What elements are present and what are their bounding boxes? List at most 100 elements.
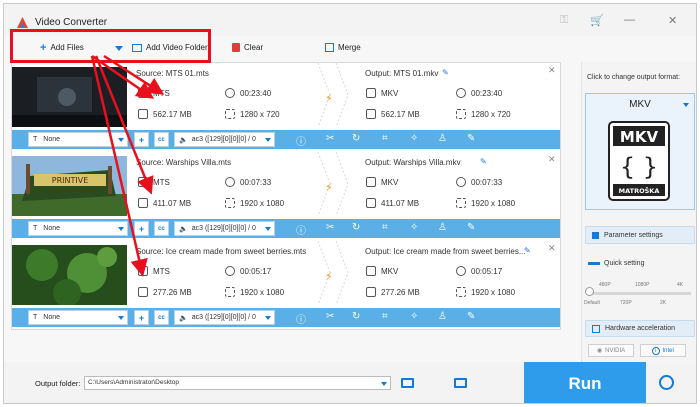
annotation-highlight-box	[10, 29, 211, 63]
output-duration: 00:05:17	[456, 266, 502, 276]
output-size: 277.26 MB	[366, 287, 420, 297]
cart-icon[interactable]: 🛒	[590, 14, 604, 27]
audio-value: ac3 ([129][0][0][0] / 0	[191, 314, 256, 321]
watermark-icon[interactable]: ♙	[438, 133, 447, 144]
browse-folder-icon[interactable]	[401, 378, 414, 388]
folder-icon	[366, 198, 376, 208]
output-format: MKV	[366, 88, 398, 98]
size-value: 562.17 MB	[381, 109, 420, 119]
source-resolution: 1920 x 1080	[225, 287, 284, 297]
quick-setting-slider-knob[interactable]	[585, 287, 594, 296]
hardware-acceleration-label: Hardware acceleration	[605, 325, 676, 332]
edit-name-icon[interactable]: ✎	[442, 68, 449, 77]
task-item[interactable]: Source: MTS 01.mts MTS 00:23:40 562.17 M…	[12, 63, 560, 152]
alarm-clock-icon[interactable]	[659, 375, 674, 390]
open-folder-icon[interactable]	[454, 378, 467, 388]
output-duration: 00:23:40	[456, 88, 502, 98]
close-window-button[interactable]: ✕	[668, 14, 677, 27]
hardware-acceleration-toggle[interactable]: Hardware acceleration	[585, 320, 695, 337]
output-format-selector[interactable]: MKV MKV { } MATROŠKA	[585, 93, 695, 210]
output-format: MKV	[366, 177, 398, 187]
output-size: 562.17 MB	[366, 109, 420, 119]
rotate-icon[interactable]: ↻	[352, 133, 360, 144]
remove-task-icon[interactable]: ✕	[548, 65, 556, 76]
watermark-icon[interactable]: ♙	[438, 222, 447, 233]
chevron-down-icon	[265, 227, 271, 231]
film-icon	[366, 88, 376, 98]
edit-name-icon[interactable]: ✎	[480, 157, 487, 166]
parameter-settings-button[interactable]: Parameter settings	[585, 226, 695, 244]
resolution-icon	[225, 198, 235, 208]
add-subtitle-button[interactable]: +	[134, 132, 149, 147]
convert-arrow	[317, 63, 349, 127]
cut-icon[interactable]: ✂	[326, 311, 334, 322]
edit-icon[interactable]: ✎	[467, 222, 475, 233]
crop-icon[interactable]: ⌗	[382, 222, 388, 233]
edit-icon[interactable]: ✎	[467, 133, 475, 144]
audio-track-select[interactable]: 🔈 ac3 ([129][0][0][0] / 0	[174, 221, 275, 236]
chevron-down-icon	[118, 316, 124, 320]
effects-icon[interactable]: ✧	[410, 222, 418, 233]
add-subtitle-button[interactable]: +	[134, 310, 149, 325]
subtitle-select[interactable]: T None	[28, 221, 128, 236]
effects-icon[interactable]: ✧	[410, 311, 418, 322]
effects-icon[interactable]: ✧	[410, 133, 418, 144]
film-icon	[366, 266, 376, 276]
crop-icon[interactable]: ⌗	[382, 311, 388, 322]
edit-name-icon[interactable]: ✎	[524, 246, 531, 255]
info-icon[interactable]: ⓘ	[296, 311, 306, 326]
task-item[interactable]: PRINTIVE Source: Warships Villa.mts MTS …	[12, 152, 560, 241]
task-item[interactable]: Source: Ice cream made from sweet berrie…	[12, 241, 560, 330]
cc-button[interactable]: cc	[154, 310, 169, 325]
subtitle-icon: T	[33, 314, 38, 321]
edit-icon[interactable]: ✎	[467, 311, 475, 322]
subtitle-value: None	[43, 314, 61, 321]
clock-icon	[456, 88, 466, 98]
cut-icon[interactable]: ✂	[326, 222, 334, 233]
clear-button[interactable]: Clear	[232, 43, 263, 52]
remove-task-icon[interactable]: ✕	[548, 243, 556, 254]
key-icon[interactable]: ⚿	[560, 14, 568, 27]
video-thumbnail[interactable]: PRINTIVE	[12, 156, 127, 216]
quick-setting-slider[interactable]	[588, 292, 691, 295]
minimize-button[interactable]: —	[624, 14, 635, 26]
remove-task-icon[interactable]: ✕	[548, 154, 556, 165]
video-thumbnail[interactable]	[12, 245, 127, 305]
cut-icon[interactable]: ✂	[326, 133, 334, 144]
subtitle-select[interactable]: T None	[28, 310, 128, 325]
output-folder-value: C:\Users\Administrator\Desktop	[88, 379, 180, 386]
subtitle-value: None	[43, 136, 61, 143]
subtitle-select[interactable]: T None	[28, 132, 128, 147]
audio-track-select[interactable]: 🔈 ac3 ([129][0][0][0] / 0	[174, 132, 275, 147]
source-title: Source: MTS 01.mts	[136, 69, 209, 78]
cc-button[interactable]: cc	[154, 221, 169, 236]
output-folder-input[interactable]: C:\Users\Administrator\Desktop	[84, 376, 391, 390]
audio-track-select[interactable]: 🔈 ac3 ([129][0][0][0] / 0	[174, 310, 275, 325]
mkv-logo: MKV { } MATROŠKA	[608, 121, 670, 201]
video-thumbnail[interactable]	[12, 67, 127, 127]
resolution-icon	[456, 198, 466, 208]
info-icon[interactable]: ⓘ	[296, 222, 306, 237]
folder-icon	[138, 287, 148, 297]
cc-button[interactable]: cc	[154, 132, 169, 147]
add-subtitle-button[interactable]: +	[134, 221, 149, 236]
rotate-icon[interactable]: ↻	[352, 222, 360, 233]
duration-value: 00:07:33	[240, 177, 272, 187]
output-title: Output: Warships Villa.mkv	[365, 158, 461, 167]
merge-button[interactable]: Merge	[325, 43, 361, 52]
size-value: 277.26 MB	[381, 287, 420, 297]
rotate-icon[interactable]: ↻	[352, 311, 360, 322]
task-action-bar: T None + cc 🔈 ac3 ([129][0][0][0] / 0 ⓘ ✂ …	[12, 130, 560, 149]
task-action-bar: T None + cc 🔈 ac3 ([129][0][0][0] / 0 ⓘ ✂ …	[12, 308, 560, 327]
task-list: Source: MTS 01.mts MTS 00:23:40 562.17 M…	[11, 62, 561, 330]
run-button[interactable]: Run	[524, 362, 646, 403]
watermark-icon[interactable]: ♙	[438, 311, 447, 322]
resolution-icon	[225, 287, 235, 297]
convert-arrow	[317, 152, 349, 216]
info-icon[interactable]: ⓘ	[296, 133, 306, 148]
crop-icon[interactable]: ⌗	[382, 133, 388, 144]
duration-value: 00:23:40	[471, 88, 503, 98]
source-title: Source: Ice cream made from sweet berrie…	[136, 247, 307, 256]
source-format: MTS	[138, 266, 170, 276]
resolution-icon	[456, 109, 466, 119]
